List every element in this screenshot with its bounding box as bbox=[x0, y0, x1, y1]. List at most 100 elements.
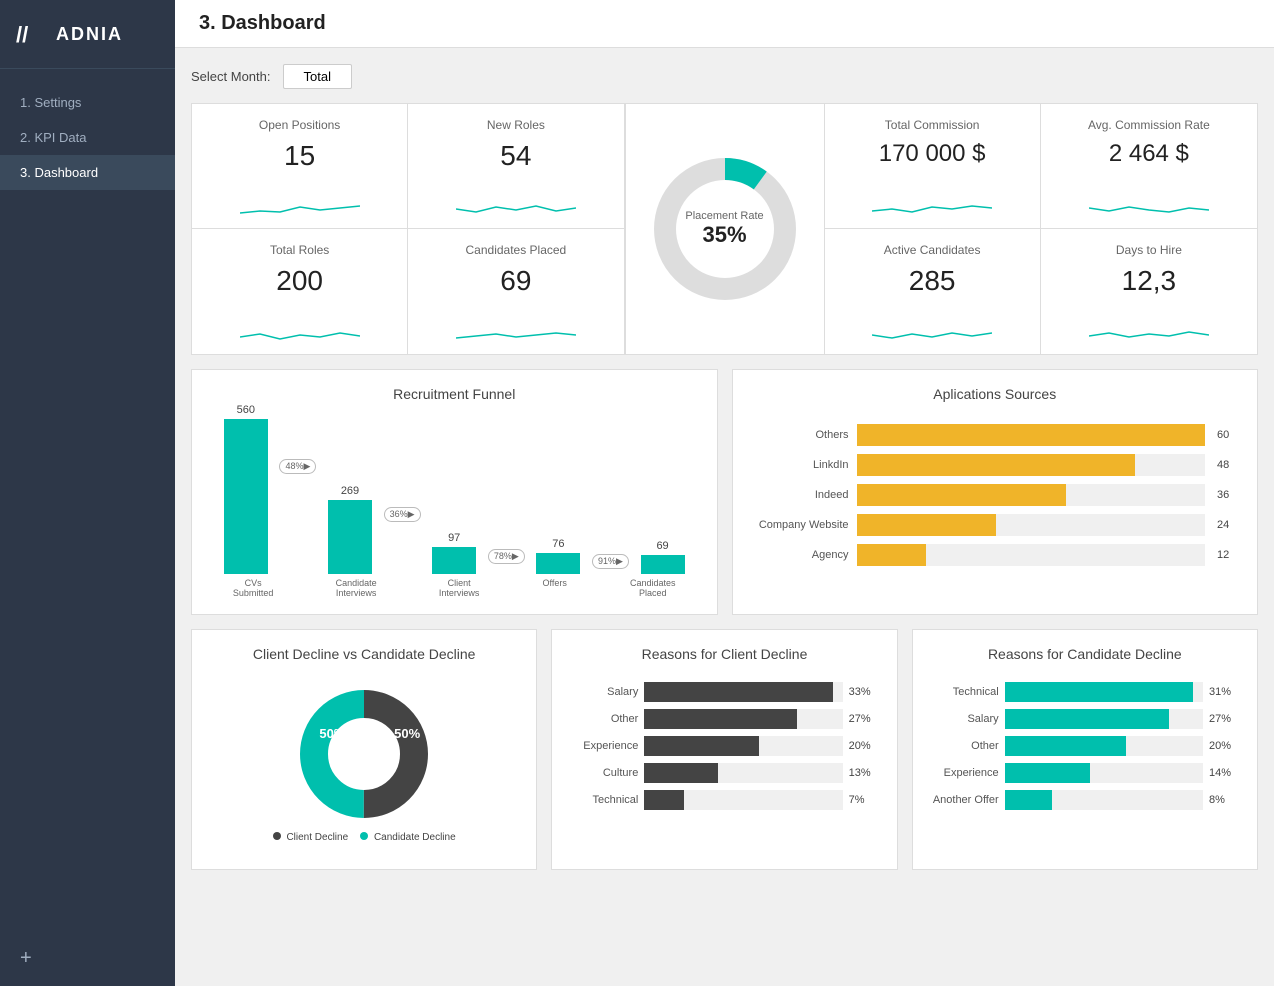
client-pct-label: 50% bbox=[319, 726, 345, 741]
kpi-right-quad: Total Commission 170 000 $ Avg. Commissi… bbox=[825, 104, 1258, 354]
funnel-arrow-2: 36%▶ bbox=[384, 507, 421, 574]
funnel-chart: 560 48%▶ 269 36%▶ bbox=[208, 414, 701, 598]
placement-rate-label: Placement Rate bbox=[685, 210, 763, 222]
funnel-bar-int: 97 bbox=[432, 532, 476, 574]
kpi-open-positions: Open Positions 15 bbox=[192, 104, 408, 229]
cand-other-label: Other bbox=[929, 740, 999, 752]
decline-donut-wrapper: 50% 50% Client Decline Candidate Decline bbox=[208, 674, 520, 853]
funnel-arrow-4: 91%▶ bbox=[592, 554, 629, 574]
int-value: 97 bbox=[448, 532, 460, 544]
month-button[interactable]: Total bbox=[283, 64, 352, 89]
client-salary-track bbox=[644, 682, 842, 702]
candidate-legend-label: Candidate Decline bbox=[374, 832, 456, 843]
recruitment-funnel-card: Recruitment Funnel 560 48%▶ 269 bbox=[191, 369, 718, 615]
cand-salary-label: Salary bbox=[929, 713, 999, 725]
funnel-bar-cvs: 560 bbox=[224, 404, 268, 574]
others-bar bbox=[857, 424, 1206, 446]
cand-exp-row: Experience 14% bbox=[929, 763, 1241, 783]
logo-icon: // bbox=[16, 18, 48, 50]
logo-container: // ADNIA bbox=[0, 0, 175, 69]
cand-offer-label: Another Offer bbox=[929, 794, 999, 806]
sidebar-item-settings[interactable]: 1. Settings bbox=[0, 85, 175, 120]
cand-salary-pct: 27% bbox=[1209, 713, 1241, 725]
app-sources-title: Aplications Sources bbox=[749, 386, 1242, 402]
placed-value: 69 bbox=[656, 540, 668, 552]
month-selector: Select Month: Total bbox=[191, 64, 1258, 89]
cand-exp-bar bbox=[1005, 763, 1090, 783]
spacer-2 bbox=[404, 578, 414, 598]
main-content: 3. Dashboard Select Month: Total Open Po… bbox=[175, 0, 1274, 986]
cand-other-bar bbox=[1005, 736, 1126, 756]
new-roles-title: New Roles bbox=[420, 118, 611, 132]
spacer-4 bbox=[595, 578, 605, 598]
candidate-pct-label: 50% bbox=[394, 726, 420, 741]
candidate-decline-card: Reasons for Candidate Decline Technical … bbox=[912, 629, 1258, 870]
total-roles-value: 200 bbox=[204, 265, 395, 297]
label-int: Client Interviews bbox=[434, 578, 484, 598]
client-culture-row: Culture 13% bbox=[568, 763, 880, 783]
new-roles-value: 54 bbox=[420, 140, 611, 172]
cand-offer-pct: 8% bbox=[1209, 794, 1241, 806]
indeed-val: 36 bbox=[1217, 489, 1241, 501]
candidate-decline-title: Reasons for Candidate Decline bbox=[929, 646, 1241, 662]
client-other-label: Other bbox=[568, 713, 638, 725]
kpi-section: Open Positions 15 New Roles 54 Total Rol… bbox=[191, 103, 1258, 355]
client-exp-pct: 20% bbox=[849, 740, 881, 752]
funnel-bar-ci: 269 bbox=[328, 485, 372, 574]
candidates-placed-sparkline bbox=[420, 322, 611, 346]
agency-label: Agency bbox=[749, 549, 849, 561]
topbar: 3. Dashboard bbox=[175, 0, 1274, 48]
funnel-title: Recruitment Funnel bbox=[208, 386, 701, 402]
hbar-indeed: Indeed 36 bbox=[749, 484, 1242, 506]
avg-commission-title: Avg. Commission Rate bbox=[1053, 118, 1245, 132]
total-roles-title: Total Roles bbox=[204, 243, 395, 257]
client-culture-pct: 13% bbox=[849, 767, 881, 779]
client-decline-card: Reasons for Client Decline Salary 33% Ot… bbox=[551, 629, 897, 870]
agency-track bbox=[857, 544, 1206, 566]
client-exp-track bbox=[644, 736, 842, 756]
client-exp-label: Experience bbox=[568, 740, 638, 752]
candidates-placed-value: 69 bbox=[420, 265, 611, 297]
funnel-arrow-3: 78%▶ bbox=[488, 549, 525, 574]
pct-2: 36%▶ bbox=[384, 507, 421, 522]
days-to-hire-sparkline bbox=[1053, 322, 1245, 346]
cand-tech-label: Technical bbox=[929, 686, 999, 698]
label-offers: Offers bbox=[535, 578, 575, 598]
cand-exp-label: Experience bbox=[929, 767, 999, 779]
kpi-total-commission: Total Commission 170 000 $ bbox=[825, 104, 1041, 229]
client-tech-pct: 7% bbox=[849, 794, 881, 806]
sidebar-nav: 1. Settings 2. KPI Data 3. Dashboard bbox=[0, 69, 175, 931]
total-commission-sparkline bbox=[837, 196, 1028, 220]
donut-chart: Placement Rate 35% bbox=[645, 149, 805, 309]
cand-salary-track bbox=[1005, 709, 1203, 729]
hbar-company: Company Website 24 bbox=[749, 514, 1242, 536]
sidebar-item-dashboard[interactable]: 3. Dashboard bbox=[0, 155, 175, 190]
client-other-row: Other 27% bbox=[568, 709, 880, 729]
pct-1: 48%▶ bbox=[279, 459, 316, 474]
cand-exp-pct: 14% bbox=[1209, 767, 1241, 779]
new-roles-sparkline bbox=[420, 196, 611, 220]
client-tech-label: Technical bbox=[568, 794, 638, 806]
kpi-active-candidates: Active Candidates 285 bbox=[825, 229, 1041, 354]
client-dot bbox=[273, 832, 281, 840]
kpi-candidates-placed: Candidates Placed 69 bbox=[408, 229, 624, 354]
linkedin-val: 48 bbox=[1217, 459, 1241, 471]
linkedin-bar bbox=[857, 454, 1136, 476]
add-button[interactable]: + bbox=[0, 931, 175, 986]
cand-salary-row: Salary 27% bbox=[929, 709, 1241, 729]
client-other-track bbox=[644, 709, 842, 729]
active-candidates-sparkline bbox=[837, 322, 1028, 346]
cand-tech-bar bbox=[1005, 682, 1193, 702]
decline-donut-svg bbox=[294, 684, 434, 824]
cand-other-row: Other 20% bbox=[929, 736, 1241, 756]
page-title: 3. Dashboard bbox=[199, 12, 326, 35]
company-bar bbox=[857, 514, 996, 536]
hbar-linkedin: LinkdIn 48 bbox=[749, 454, 1242, 476]
indeed-label: Indeed bbox=[749, 489, 849, 501]
hbar-others: Others 60 bbox=[749, 424, 1242, 446]
open-positions-title: Open Positions bbox=[204, 118, 395, 132]
cvs-bar bbox=[224, 419, 268, 574]
label-cvs: CVs Submitted bbox=[228, 578, 278, 598]
cvs-value: 560 bbox=[237, 404, 255, 416]
sidebar-item-kpi[interactable]: 2. KPI Data bbox=[0, 120, 175, 155]
